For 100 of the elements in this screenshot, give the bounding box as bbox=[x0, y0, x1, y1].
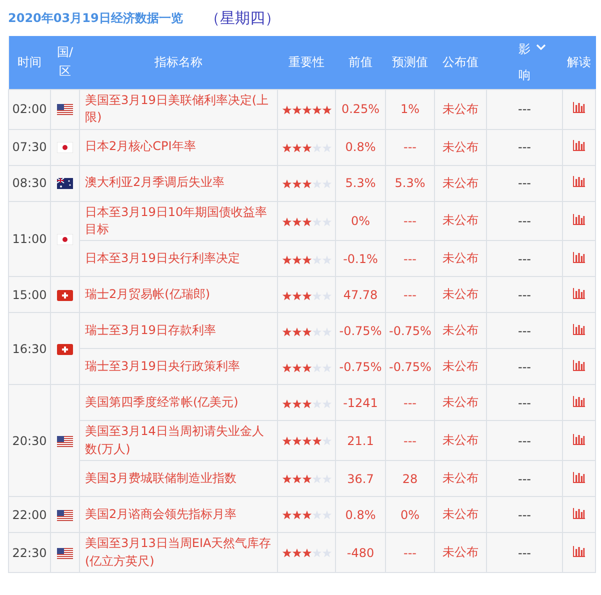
forecast-value: 5.3% bbox=[386, 165, 434, 202]
us-flag-icon bbox=[57, 548, 73, 559]
bar-chart-icon[interactable] bbox=[573, 214, 585, 225]
previous-value: 5.3% bbox=[336, 165, 386, 202]
previous-value: 0% bbox=[336, 201, 386, 241]
indicator-name[interactable]: 日本2月核心CPI年率 bbox=[80, 129, 278, 166]
us-flag-icon bbox=[57, 104, 73, 116]
column-header: 公布值 bbox=[434, 36, 486, 90]
indicator-name[interactable]: 日本至3月19日10年期国债收益率目标 bbox=[80, 201, 278, 241]
swiss-flag-icon bbox=[57, 290, 73, 302]
actual-value: 未公布 bbox=[434, 129, 486, 166]
australia-flag-icon bbox=[57, 178, 73, 190]
impact-value: --- bbox=[486, 89, 562, 130]
bar-chart-icon[interactable] bbox=[573, 102, 585, 114]
impact-value: --- bbox=[486, 276, 562, 313]
japan-flag-icon bbox=[57, 142, 73, 154]
impact-value: --- bbox=[486, 165, 562, 202]
indicator-name[interactable]: 澳大利亚2月季调后失业率 bbox=[80, 165, 278, 202]
bar-chart-icon[interactable] bbox=[573, 434, 585, 445]
chevron-down-icon[interactable] bbox=[536, 44, 546, 51]
indicator-name[interactable]: 美国3月费城联储制造业指数 bbox=[80, 460, 278, 497]
previous-value: 47.78 bbox=[336, 276, 386, 313]
time-cell: 07:30 bbox=[8, 129, 50, 166]
actual-value: 未公布 bbox=[434, 240, 486, 277]
indicator-name[interactable]: 瑞士至3月19日存款利率 bbox=[80, 312, 278, 349]
weekday-label: （星期四） bbox=[204, 8, 280, 28]
bar-chart-icon[interactable] bbox=[573, 472, 585, 483]
forecast-value: --- bbox=[386, 201, 434, 241]
time-cell: 22:30 bbox=[8, 532, 50, 572]
previous-value: 0.25% bbox=[336, 89, 386, 130]
bar-chart-icon[interactable] bbox=[573, 324, 585, 335]
indicator-name[interactable]: 日本至3月19日央行利率决定 bbox=[80, 240, 278, 277]
forecast-value: --- bbox=[386, 240, 434, 277]
forecast-value: -0.75% bbox=[386, 312, 434, 349]
impact-value: --- bbox=[486, 348, 562, 385]
actual-value: 未公布 bbox=[434, 165, 486, 202]
previous-value: -0.75% bbox=[336, 312, 386, 349]
column-header: 国/区 bbox=[50, 36, 80, 90]
bar-chart-icon[interactable] bbox=[573, 360, 585, 371]
actual-value: 未公布 bbox=[434, 276, 486, 313]
time-cell: 16:30 bbox=[8, 312, 50, 385]
actual-value: 未公布 bbox=[434, 89, 486, 130]
swiss-flag-icon bbox=[57, 344, 73, 356]
time-cell: 22:00 bbox=[8, 496, 50, 533]
forecast-value: --- bbox=[386, 129, 434, 166]
bar-chart-icon[interactable] bbox=[573, 252, 585, 263]
impact-value: --- bbox=[486, 420, 562, 461]
actual-value: 未公布 bbox=[434, 348, 486, 385]
bar-chart-icon[interactable] bbox=[573, 288, 585, 299]
forecast-value: --- bbox=[386, 420, 434, 461]
indicator-name[interactable]: 美国至3月19日美联储利率决定(上限) bbox=[80, 89, 278, 130]
time-cell: 20:30 bbox=[8, 384, 50, 497]
bar-chart-icon[interactable] bbox=[573, 140, 585, 152]
forecast-value: --- bbox=[386, 532, 434, 572]
indicator-name[interactable]: 美国至3月14日当周初请失业金人数(万人) bbox=[80, 420, 278, 461]
forecast-value: --- bbox=[386, 384, 434, 421]
time-cell: 08:30 bbox=[8, 165, 50, 202]
previous-value: 0.8% bbox=[336, 129, 386, 166]
bar-chart-icon[interactable] bbox=[573, 546, 585, 557]
column-header: 预测值 bbox=[386, 36, 434, 90]
impact-value: --- bbox=[486, 532, 562, 572]
forecast-value: 1% bbox=[386, 89, 434, 130]
column-header: 影响 bbox=[486, 36, 562, 90]
indicator-name[interactable]: 美国至3月13日当周EIA天然气库存(亿立方英尺) bbox=[80, 532, 278, 572]
column-header: 重要性 bbox=[278, 36, 336, 90]
forecast-value: 28 bbox=[386, 460, 434, 497]
time-cell: 02:00 bbox=[8, 89, 50, 130]
bar-chart-icon[interactable] bbox=[573, 396, 585, 407]
impact-value: --- bbox=[486, 240, 562, 277]
column-header: 时间 bbox=[8, 36, 50, 90]
us-flag-icon bbox=[57, 436, 73, 447]
bar-chart-icon[interactable] bbox=[573, 176, 585, 188]
bar-chart-icon[interactable] bbox=[573, 508, 585, 519]
impact-value: --- bbox=[486, 460, 562, 497]
impact-value: --- bbox=[486, 312, 562, 349]
column-header: 前值 bbox=[336, 36, 386, 90]
indicator-name[interactable]: 瑞士2月贸易帐(亿瑞郎) bbox=[80, 276, 278, 313]
previous-value: -0.75% bbox=[336, 348, 386, 385]
previous-value: 0.8% bbox=[336, 496, 386, 533]
column-header: 解读 bbox=[562, 36, 596, 90]
forecast-value: --- bbox=[386, 276, 434, 313]
actual-value: 未公布 bbox=[434, 532, 486, 572]
impact-value: --- bbox=[486, 496, 562, 533]
previous-value: 21.1 bbox=[336, 420, 386, 461]
time-cell: 11:00 bbox=[8, 201, 50, 277]
previous-value: -480 bbox=[336, 532, 386, 572]
column-header: 指标名称 bbox=[80, 36, 278, 90]
actual-value: 未公布 bbox=[434, 384, 486, 421]
us-flag-icon bbox=[57, 510, 73, 521]
previous-value: -0.1% bbox=[336, 240, 386, 277]
actual-value: 未公布 bbox=[434, 496, 486, 533]
impact-value: --- bbox=[486, 384, 562, 421]
actual-value: 未公布 bbox=[434, 201, 486, 241]
impact-value: --- bbox=[486, 129, 562, 166]
time-cell: 15:00 bbox=[8, 276, 50, 313]
indicator-name[interactable]: 美国第四季度经常帐(亿美元) bbox=[80, 384, 278, 421]
indicator-name[interactable]: 瑞士至3月19日央行政策利率 bbox=[80, 348, 278, 385]
indicator-name[interactable]: 美国2月谘商会领先指标月率 bbox=[80, 496, 278, 533]
impact-value: --- bbox=[486, 201, 562, 241]
page-title: 2020年03月19日经济数据一览 bbox=[8, 10, 183, 26]
